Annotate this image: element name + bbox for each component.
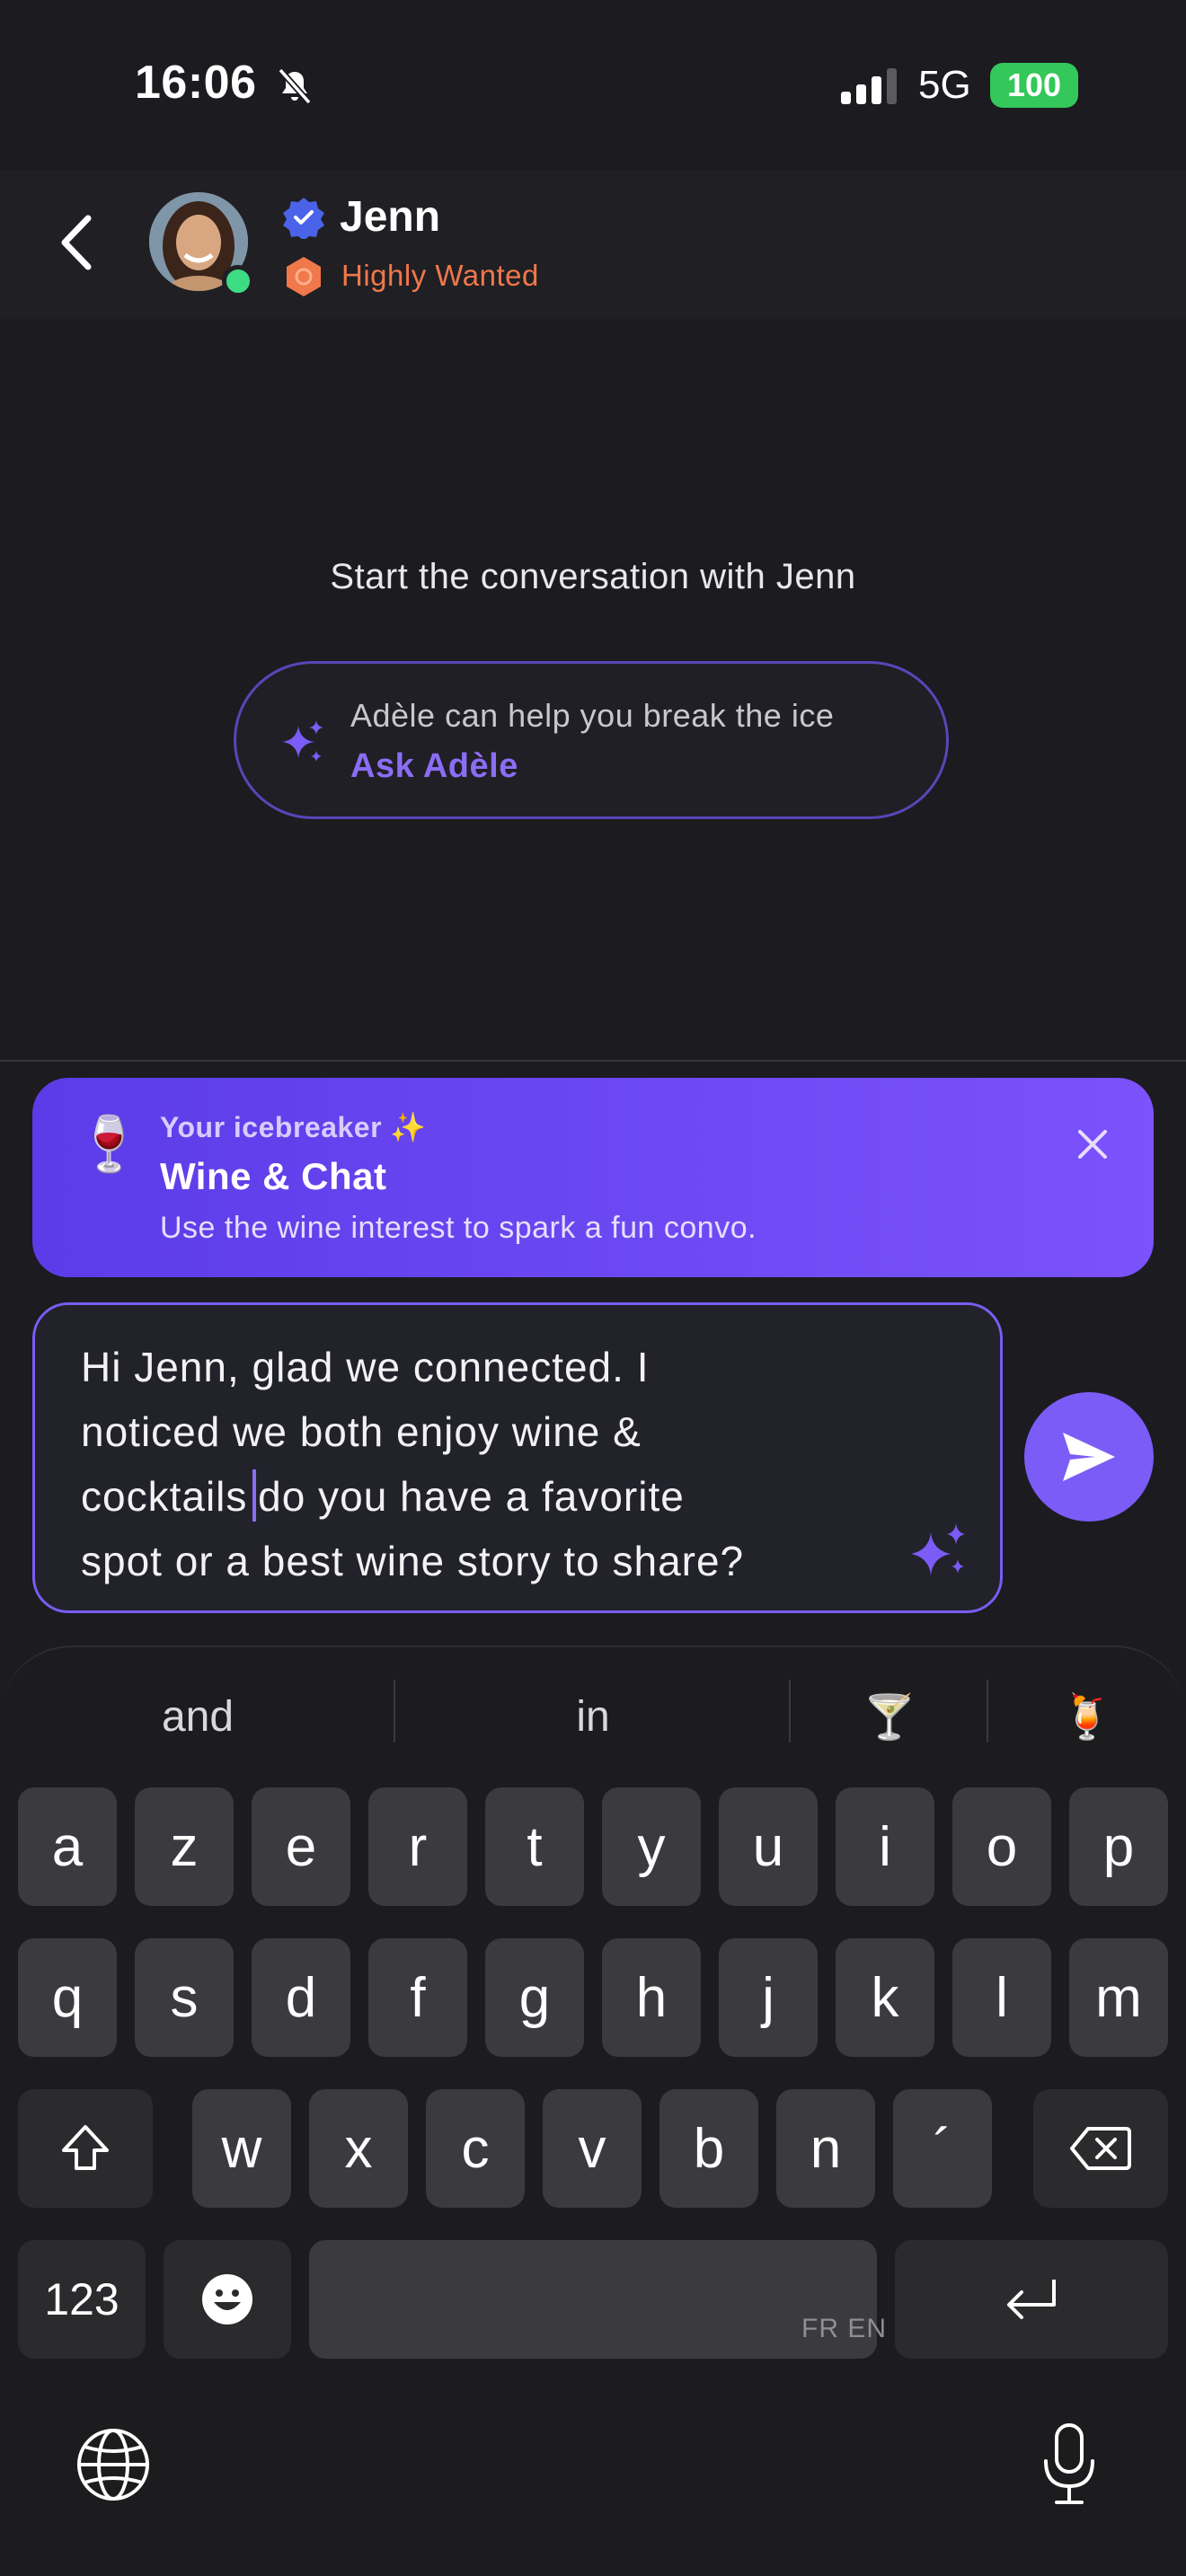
key-o[interactable]: o bbox=[952, 1787, 1051, 1906]
space-key[interactable] bbox=[309, 2240, 877, 2359]
key-a[interactable]: a bbox=[18, 1787, 117, 1906]
key-y[interactable]: y bbox=[602, 1787, 701, 1906]
send-button[interactable] bbox=[1024, 1392, 1154, 1522]
contact-name[interactable]: Jenn bbox=[340, 192, 440, 242]
key-accent[interactable]: ´ bbox=[893, 2089, 992, 2208]
key-j[interactable]: j bbox=[719, 1938, 818, 2057]
key-p[interactable]: p bbox=[1069, 1787, 1168, 1906]
key-e[interactable]: e bbox=[252, 1787, 350, 1906]
message-line: Hi Jenn, glad we connected. I bbox=[81, 1344, 650, 1390]
key-d[interactable]: d bbox=[252, 1938, 350, 2057]
emoji-smiley-icon bbox=[202, 2274, 252, 2325]
message-line: do you have a favorite bbox=[258, 1473, 685, 1520]
online-status-dot bbox=[222, 265, 254, 297]
key-m[interactable]: m bbox=[1069, 1938, 1168, 2057]
key-s[interactable]: s bbox=[135, 1938, 234, 2057]
ai-sparkle-icon[interactable] bbox=[907, 1518, 972, 1583]
verified-badge-icon bbox=[283, 198, 324, 239]
divider bbox=[0, 1060, 1186, 1062]
return-key[interactable] bbox=[895, 2240, 1168, 2359]
battery-indicator: 100 bbox=[990, 63, 1078, 108]
ask-adele-link[interactable]: Ask Adèle bbox=[350, 747, 518, 786]
suggestion-item[interactable]: and bbox=[0, 1676, 395, 1757]
emoji-key[interactable] bbox=[164, 2240, 291, 2359]
key-n[interactable]: n bbox=[776, 2089, 875, 2208]
send-icon bbox=[1063, 1433, 1115, 1481]
microphone-icon[interactable] bbox=[1040, 2422, 1098, 2508]
key-u[interactable]: u bbox=[719, 1787, 818, 1906]
badge-label: Highly Wanted bbox=[341, 259, 539, 292]
key-i[interactable]: i bbox=[836, 1787, 934, 1906]
suggestion-item[interactable]: in bbox=[395, 1676, 791, 1757]
key-f[interactable]: f bbox=[368, 1938, 467, 2057]
key-g[interactable]: g bbox=[485, 1938, 584, 2057]
space-language-label: FR EN bbox=[801, 2314, 887, 2343]
key-v[interactable]: v bbox=[543, 2089, 642, 2208]
back-chevron-icon[interactable] bbox=[54, 211, 99, 274]
key-z[interactable]: z bbox=[135, 1787, 234, 1906]
globe-icon[interactable] bbox=[75, 2427, 151, 2502]
battery-tip bbox=[1071, 77, 1078, 93]
ask-adele-button[interactable] bbox=[234, 661, 949, 819]
key-b[interactable]: b bbox=[659, 2089, 758, 2208]
text-cursor bbox=[252, 1469, 257, 1522]
close-icon[interactable] bbox=[1071, 1123, 1114, 1166]
key-t[interactable]: t bbox=[485, 1787, 584, 1906]
key-r[interactable]: r bbox=[368, 1787, 467, 1906]
shift-icon bbox=[62, 2125, 109, 2170]
key-q[interactable]: q bbox=[18, 1938, 117, 2057]
ask-adele-hint: Adèle can help you break the ice bbox=[350, 697, 835, 734]
bell-muted-icon bbox=[278, 67, 312, 105]
key-w[interactable]: w bbox=[192, 2089, 291, 2208]
key-c[interactable]: c bbox=[426, 2089, 525, 2208]
key-l[interactable]: l bbox=[952, 1938, 1051, 2057]
message-text[interactable]: Hi Jenn, glad we connected. I noticed we… bbox=[81, 1335, 916, 1593]
message-line: noticed we both enjoy wine & bbox=[81, 1408, 642, 1455]
wine-glass-icon: 🍷 bbox=[75, 1114, 143, 1174]
message-line: cocktails bbox=[81, 1473, 261, 1520]
status-time: 16:06 bbox=[135, 57, 257, 109]
suggestion-emoji[interactable]: 🍸 bbox=[791, 1676, 988, 1757]
icebreaker-title: Wine & Chat bbox=[160, 1155, 387, 1197]
suggestion-emoji[interactable]: 🍹 bbox=[988, 1676, 1186, 1757]
key-x[interactable]: x bbox=[309, 2089, 408, 2208]
backspace-icon bbox=[1070, 2127, 1131, 2170]
delete-key[interactable] bbox=[1033, 2089, 1168, 2208]
numbers-key[interactable]: 123 bbox=[18, 2240, 146, 2359]
icebreaker-description: Use the wine interest to spark a fun con… bbox=[160, 1211, 757, 1245]
return-icon bbox=[1007, 2280, 1056, 2319]
sparkle-icon bbox=[282, 720, 323, 762]
empty-state-text: Start the conversation with Jenn bbox=[330, 557, 856, 596]
cellular-signal-icon bbox=[841, 68, 897, 104]
icebreaker-label: Your icebreaker ✨ bbox=[160, 1111, 427, 1143]
shift-key[interactable] bbox=[18, 2089, 153, 2208]
network-type: 5G bbox=[918, 63, 971, 107]
key-k[interactable]: k bbox=[836, 1938, 934, 2057]
hexagon-badge-icon bbox=[287, 257, 321, 296]
message-line: spot or a best wine story to share? bbox=[81, 1538, 745, 1584]
key-h[interactable]: h bbox=[602, 1938, 701, 2057]
